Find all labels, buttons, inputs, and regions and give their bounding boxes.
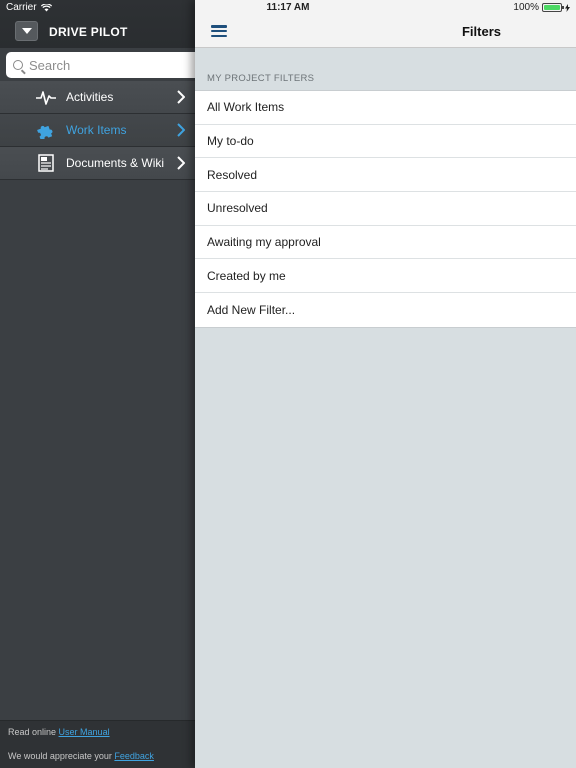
charging-bolt-icon — [565, 3, 570, 12]
filter-unresolved[interactable]: Unresolved — [195, 192, 576, 226]
feedback-line: We would appreciate your Feedback — [8, 751, 154, 761]
feedback-link[interactable]: Feedback — [114, 751, 154, 761]
sidebar-item-label: Documents & Wiki — [66, 156, 165, 170]
puzzle-piece-icon — [37, 125, 53, 139]
document-icon — [38, 154, 54, 172]
sidebar-item-label: Activities — [66, 90, 114, 104]
chevron-down-icon — [21, 28, 32, 34]
filter-my-to-do[interactable]: My to-do — [195, 125, 576, 159]
sidebar-item-activities[interactable]: Activities — [0, 81, 195, 114]
activity-pulse-icon — [36, 91, 56, 105]
filter-resolved[interactable]: Resolved — [195, 158, 576, 193]
manual-prefix-text: Read online — [8, 727, 59, 737]
add-new-filter-button[interactable]: Add New Filter... — [195, 293, 576, 327]
filter-all-work-items[interactable]: All Work Items — [195, 91, 576, 125]
sidebar-item-work-items[interactable]: Work Items — [0, 114, 195, 147]
app-title: DRIVE PILOT — [49, 25, 128, 39]
main-panel: Filters MY PROJECT FILTERS All Work Item… — [195, 0, 576, 768]
search-input[interactable] — [29, 57, 189, 73]
manual-line: Read online User Manual — [8, 727, 110, 737]
battery-status: 100% — [513, 2, 570, 13]
search-icon — [13, 60, 23, 70]
sidebar-item-documents-wiki[interactable]: Documents & Wiki — [0, 147, 195, 180]
search-field[interactable] — [6, 52, 196, 78]
sidebar-footer: Read online User Manual We would appreci… — [0, 720, 195, 768]
status-bar: Carrier 11:17 AM 100% — [0, 0, 576, 16]
user-manual-link[interactable]: User Manual — [59, 727, 110, 737]
sidebar-item-label: Work Items — [66, 123, 127, 137]
chevron-right-icon — [177, 123, 185, 137]
section-header: MY PROJECT FILTERS — [207, 73, 315, 84]
sidebar-nav: Activities Work Items Documents & Wiki — [0, 81, 195, 180]
project-dropdown-button[interactable] — [15, 21, 38, 41]
battery-percent: 100% — [513, 2, 539, 13]
filter-awaiting-approval[interactable]: Awaiting my approval — [195, 226, 576, 260]
clock: 11:17 AM — [266, 2, 310, 13]
chevron-right-icon — [177, 90, 185, 104]
filter-list: All Work Items My to-do Resolved Unresol… — [195, 90, 576, 328]
feedback-prefix-text: We would appreciate your — [8, 751, 115, 761]
sidebar: DRIVE PILOT Activities Work Items — [0, 0, 196, 768]
chevron-right-icon — [177, 156, 185, 170]
page-title: Filters — [461, 24, 501, 39]
filter-created-by-me[interactable]: Created by me — [195, 259, 576, 294]
hamburger-menu-icon[interactable] — [211, 25, 227, 37]
battery-icon — [542, 3, 564, 12]
